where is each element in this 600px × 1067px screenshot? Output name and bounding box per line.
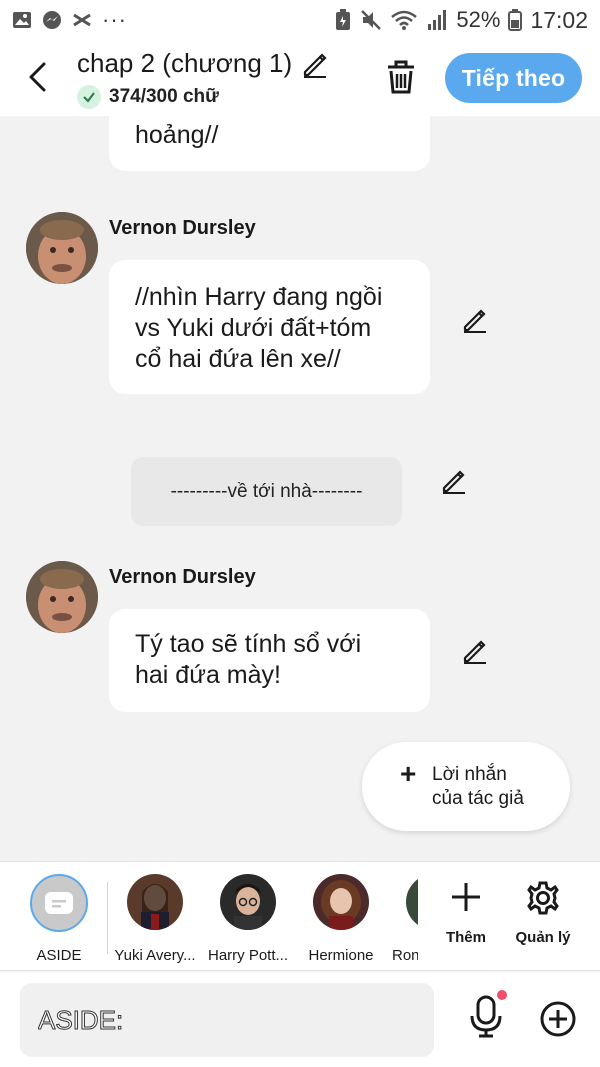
gear-icon [527,881,559,915]
character-name: Ron [392,947,418,964]
avatar [26,561,98,633]
plus-icon: + [400,758,417,789]
add-character-button[interactable]: Thêm [440,880,492,946]
wifi-icon [391,10,418,30]
signal-icon [428,10,447,30]
message-line: Tý tao sẽ tính sổ với [135,630,362,658]
mic-icon[interactable] [468,994,504,1038]
battery-percent: 52% [456,7,501,32]
character-harry[interactable]: Harry Pott... [205,874,291,964]
message-bubble[interactable]: //nhìn Harry đang ngồi vs Yuki dưới đất+… [109,260,430,394]
gallery-icon [13,12,31,28]
chapter-title[interactable]: chap 2 (chương 1) [77,48,292,79]
word-count-row: 374/300 chữ [77,85,219,109]
add-circle-icon[interactable] [539,1000,577,1038]
chat-area[interactable]: hoảng// Vernon Dursley //nhìn Harry đang… [0,116,600,860]
speaker-name: Vernon Dursley [109,217,256,239]
divider [107,882,108,954]
edit-message-icon[interactable] [461,306,489,334]
avatar [406,874,418,930]
character-name: Hermione [308,947,374,964]
chapter-title-row: chap 2 (chương 1) [77,48,330,79]
author-note-line: Lời nhắn [432,764,507,785]
input-bar [0,972,600,1067]
message-line: //nhìn Harry đang ngồi [135,283,383,311]
message-line: vs Yuki dưới đất+tóm [135,314,372,342]
recording-dot [497,990,507,1000]
character-hermione[interactable]: Hermione [301,874,381,964]
status-bar: ··· 52% 17:02 [0,0,600,40]
status-time: 17:02 [530,6,588,33]
avatar [26,212,98,284]
messenger-icon [43,11,61,29]
character-name: ASIDE [36,947,82,964]
aside-icon [30,874,88,932]
edit-message-icon[interactable] [461,637,489,665]
status-left-icons: ··· [12,7,127,33]
message-line: cổ hai đứa lên xe// [135,345,341,373]
editor-header: chap 2 (chương 1) 374/300 chữ Tiếp theo [0,40,600,116]
back-icon[interactable] [24,60,52,94]
avatar [220,874,276,930]
manage-label: Quản lý [515,929,571,946]
next-button[interactable]: Tiếp theo [445,53,582,103]
battery-icon [508,9,523,31]
word-count: 374/300 chữ [109,86,219,107]
edit-narration-icon[interactable] [440,467,468,495]
message-text: hoảng// [135,121,219,149]
author-note-button[interactable]: + Lời nhắn của tác giả [362,742,570,831]
avatar [313,874,369,930]
author-note-line: của tác giả [432,788,524,809]
manage-characters-button[interactable]: Quản lý [513,880,573,946]
narration-text: ---------về tới nhà-------- [170,480,363,502]
character-name: Yuki Avery... [114,947,196,964]
character-bar: ASIDE Yuki Avery... Harry Pott... Hermio… [0,861,600,971]
check-icon [77,85,101,109]
character-ron[interactable]: Ron [392,874,418,964]
speaker-name: Vernon Dursley [109,566,256,588]
plus-icon [452,883,480,911]
capcut-icon [73,13,91,27]
trash-icon[interactable] [384,58,418,96]
character-yuki[interactable]: Yuki Avery... [112,874,198,964]
author-note-label: Lời nhắn của tác giả [432,763,552,811]
avatar [127,874,183,930]
add-label: Thêm [445,929,486,946]
mute-icon [361,10,382,30]
edit-title-icon[interactable] [300,49,330,79]
character-name: Harry Pott... [207,947,289,964]
message-bubble-partial[interactable]: hoảng// [109,116,430,171]
message-line: hai đứa mày! [135,661,281,689]
battery-saver-icon [336,9,351,30]
more-dots-icon: ··· [102,7,127,32]
message-bubble[interactable]: Tý tao sẽ tính sổ với hai đứa mày! [109,609,430,712]
status-right-icons: 52% 17:02 [334,7,588,34]
narration-block[interactable]: ---------về tới nhà-------- [131,457,402,526]
message-input[interactable] [20,983,434,1057]
character-aside[interactable]: ASIDE [20,874,98,964]
